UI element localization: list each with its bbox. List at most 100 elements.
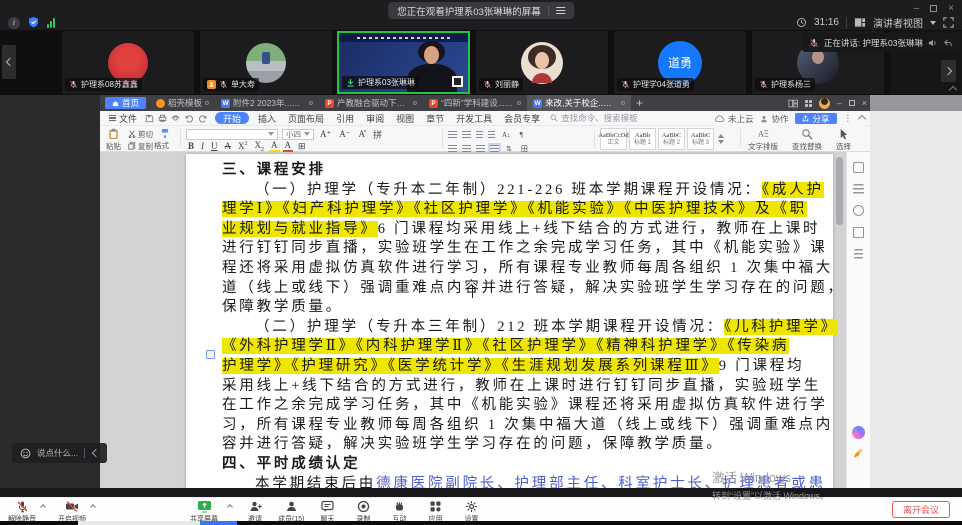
wps-doc-tab[interactable]: P产教融合驱动下高..聚焦类.pdf [319, 95, 423, 111]
wps-doc-tab[interactable]: W来改,关于校企..排的通知 [527, 95, 631, 111]
collaborate-button[interactable]: 协作 [760, 113, 788, 125]
document-page[interactable]: 三、课程安排（一）护理学（专升本二年制）221-226 班本学期课程开设情况：《… [186, 154, 833, 488]
reply-arrow-icon[interactable] [943, 38, 953, 48]
share-button[interactable]: 分享 [795, 113, 836, 124]
chevron-down-icon[interactable] [930, 21, 936, 25]
ribbon-tab[interactable]: 审阅 [360, 111, 390, 126]
char-shading-icon[interactable]: ⊞ [296, 141, 308, 152]
chat-input-placeholder[interactable]: 说点什么... [37, 447, 78, 459]
save-icon[interactable] [145, 114, 154, 123]
security-shield-icon[interactable] [27, 16, 40, 29]
scroll-up-icon[interactable] [718, 134, 724, 138]
emoji-icon[interactable] [20, 448, 31, 459]
clear-format-icon[interactable]: A̽ [357, 129, 368, 139]
redo-icon[interactable] [198, 114, 208, 123]
cut-button[interactable]: 剪切 [128, 128, 153, 140]
font-family-select[interactable] [186, 129, 278, 140]
more-menu-icon[interactable]: ⋮ [844, 113, 853, 124]
show-marks-icon[interactable]: ¶ [518, 131, 525, 139]
sort-icon[interactable]: A↓ [500, 131, 513, 139]
participant-tile[interactable]: 护理系08苏鑫鑫 [62, 31, 194, 94]
undo-icon[interactable] [184, 114, 194, 123]
wps-home-tab[interactable]: 首页 [105, 97, 146, 109]
outline-panel-icon[interactable] [853, 184, 864, 194]
wps-minimize-button[interactable]: – [837, 98, 842, 108]
share-options-icon[interactable] [227, 504, 233, 510]
toolbox-panel-icon[interactable] [854, 249, 863, 259]
wps-doc-tab[interactable]: 稻壳模板 [150, 95, 215, 111]
command-search[interactable]: 查找命令、搜索模板 [550, 112, 638, 124]
style-preset[interactable]: AaBbCcDd正文 [600, 128, 627, 150]
tab-close-icon[interactable] [413, 101, 417, 105]
wps-maximize-button[interactable] [849, 100, 855, 106]
info-icon[interactable]: i [8, 17, 20, 29]
wps-close-button[interactable]: × [862, 98, 867, 108]
view-mode-selector[interactable]: 演讲者视图 [873, 15, 923, 30]
preview-icon[interactable] [171, 114, 180, 123]
tab-close-icon[interactable] [621, 101, 625, 105]
participant-tile[interactable]: 道勇 护理学04张道勇 [614, 31, 746, 94]
copy-button[interactable]: 复制 [128, 140, 153, 152]
font-color-icon[interactable]: A [283, 140, 294, 153]
participant-tile[interactable]: 单大寿 [200, 31, 332, 94]
close-button[interactable]: × [948, 3, 954, 14]
fullscreen-icon[interactable] [943, 17, 954, 28]
ribbon-tab[interactable]: 开始 [215, 112, 249, 124]
mic-options-icon[interactable] [40, 504, 46, 510]
paste-options-icon[interactable] [206, 350, 215, 359]
style-preset[interactable]: AaBb标题 1 [629, 128, 656, 150]
numbered-list-icon[interactable] [462, 131, 471, 139]
ribbon-tab[interactable]: 章节 [420, 111, 450, 126]
chat-widget[interactable]: 说点什么... [12, 443, 107, 463]
scroll-down-icon[interactable] [718, 140, 724, 144]
styles-scroll[interactable] [718, 134, 724, 144]
subscript-icon[interactable]: X2 [253, 140, 267, 153]
bullet-list-icon[interactable] [448, 131, 457, 139]
file-menu[interactable]: 文件 [105, 112, 141, 125]
increase-indent-icon[interactable] [488, 131, 495, 139]
workspace-icon[interactable] [788, 99, 798, 108]
cloud-status[interactable]: 未上云 [715, 113, 754, 125]
paste-button[interactable]: 粘贴 [106, 126, 121, 152]
ribbon-tab[interactable]: 引用 [330, 111, 360, 126]
ribbon-tab[interactable]: 会员专享 [498, 111, 546, 126]
ribbon-tab[interactable]: 开发工具 [450, 111, 498, 126]
phonetic-guide-icon[interactable]: 拼 [371, 128, 384, 141]
edit-pencil-icon[interactable] [854, 448, 864, 458]
shrink-font-icon[interactable]: A⁻ [337, 129, 352, 140]
vertical-scrollbar[interactable] [836, 157, 843, 225]
menu-icon[interactable] [556, 7, 565, 14]
bookmark-panel-icon[interactable] [853, 227, 864, 238]
tab-close-icon[interactable] [205, 101, 209, 105]
grow-font-icon[interactable]: A⁺ [318, 129, 333, 140]
apps-grid-icon[interactable] [805, 100, 812, 107]
tab-close-icon[interactable] [309, 101, 313, 105]
leave-meeting-button[interactable]: 离开会议 [892, 501, 950, 518]
share-banner[interactable]: 您正在观看护理系03张琳琳的屏幕 [388, 2, 574, 19]
wps-doc-tab[interactable]: P“四新”学科建设...同校庆.pdf [423, 95, 527, 111]
select-button[interactable]: 选择 [836, 126, 851, 152]
decrease-indent-icon[interactable] [476, 131, 483, 139]
scroll-left-button[interactable] [2, 45, 16, 79]
find-replace-button[interactable]: 查找替换 [792, 126, 822, 152]
strikethrough-icon[interactable]: A [223, 141, 234, 151]
new-tab-button[interactable]: + [636, 96, 643, 110]
properties-panel-icon[interactable] [853, 162, 864, 173]
participant-tile-speaking[interactable]: 护理系03张琳琳 [337, 31, 470, 94]
collapse-ribbon-icon[interactable] [858, 114, 866, 122]
participant-tile[interactable]: 刘丽静 [476, 31, 608, 94]
ribbon-tab[interactable]: 视图 [390, 111, 420, 126]
print-icon[interactable] [158, 114, 167, 123]
account-avatar[interactable] [819, 98, 830, 109]
superscript-icon[interactable]: X2 [236, 141, 250, 151]
maximize-button[interactable] [930, 5, 937, 12]
style-preset[interactable]: AaBbC标题 3 [687, 128, 714, 150]
ribbon-tab[interactable]: 插入 [252, 111, 282, 126]
typeset-button[interactable]: A 文字排版 [748, 126, 778, 152]
bold-icon[interactable]: B [186, 141, 196, 151]
underline-icon[interactable]: U [209, 141, 220, 151]
ribbon-tab[interactable]: 页面布局 [282, 111, 330, 126]
minimize-button[interactable]: – [914, 3, 920, 14]
ai-assistant-icon[interactable] [852, 426, 865, 439]
comment-panel-icon[interactable] [853, 205, 864, 216]
